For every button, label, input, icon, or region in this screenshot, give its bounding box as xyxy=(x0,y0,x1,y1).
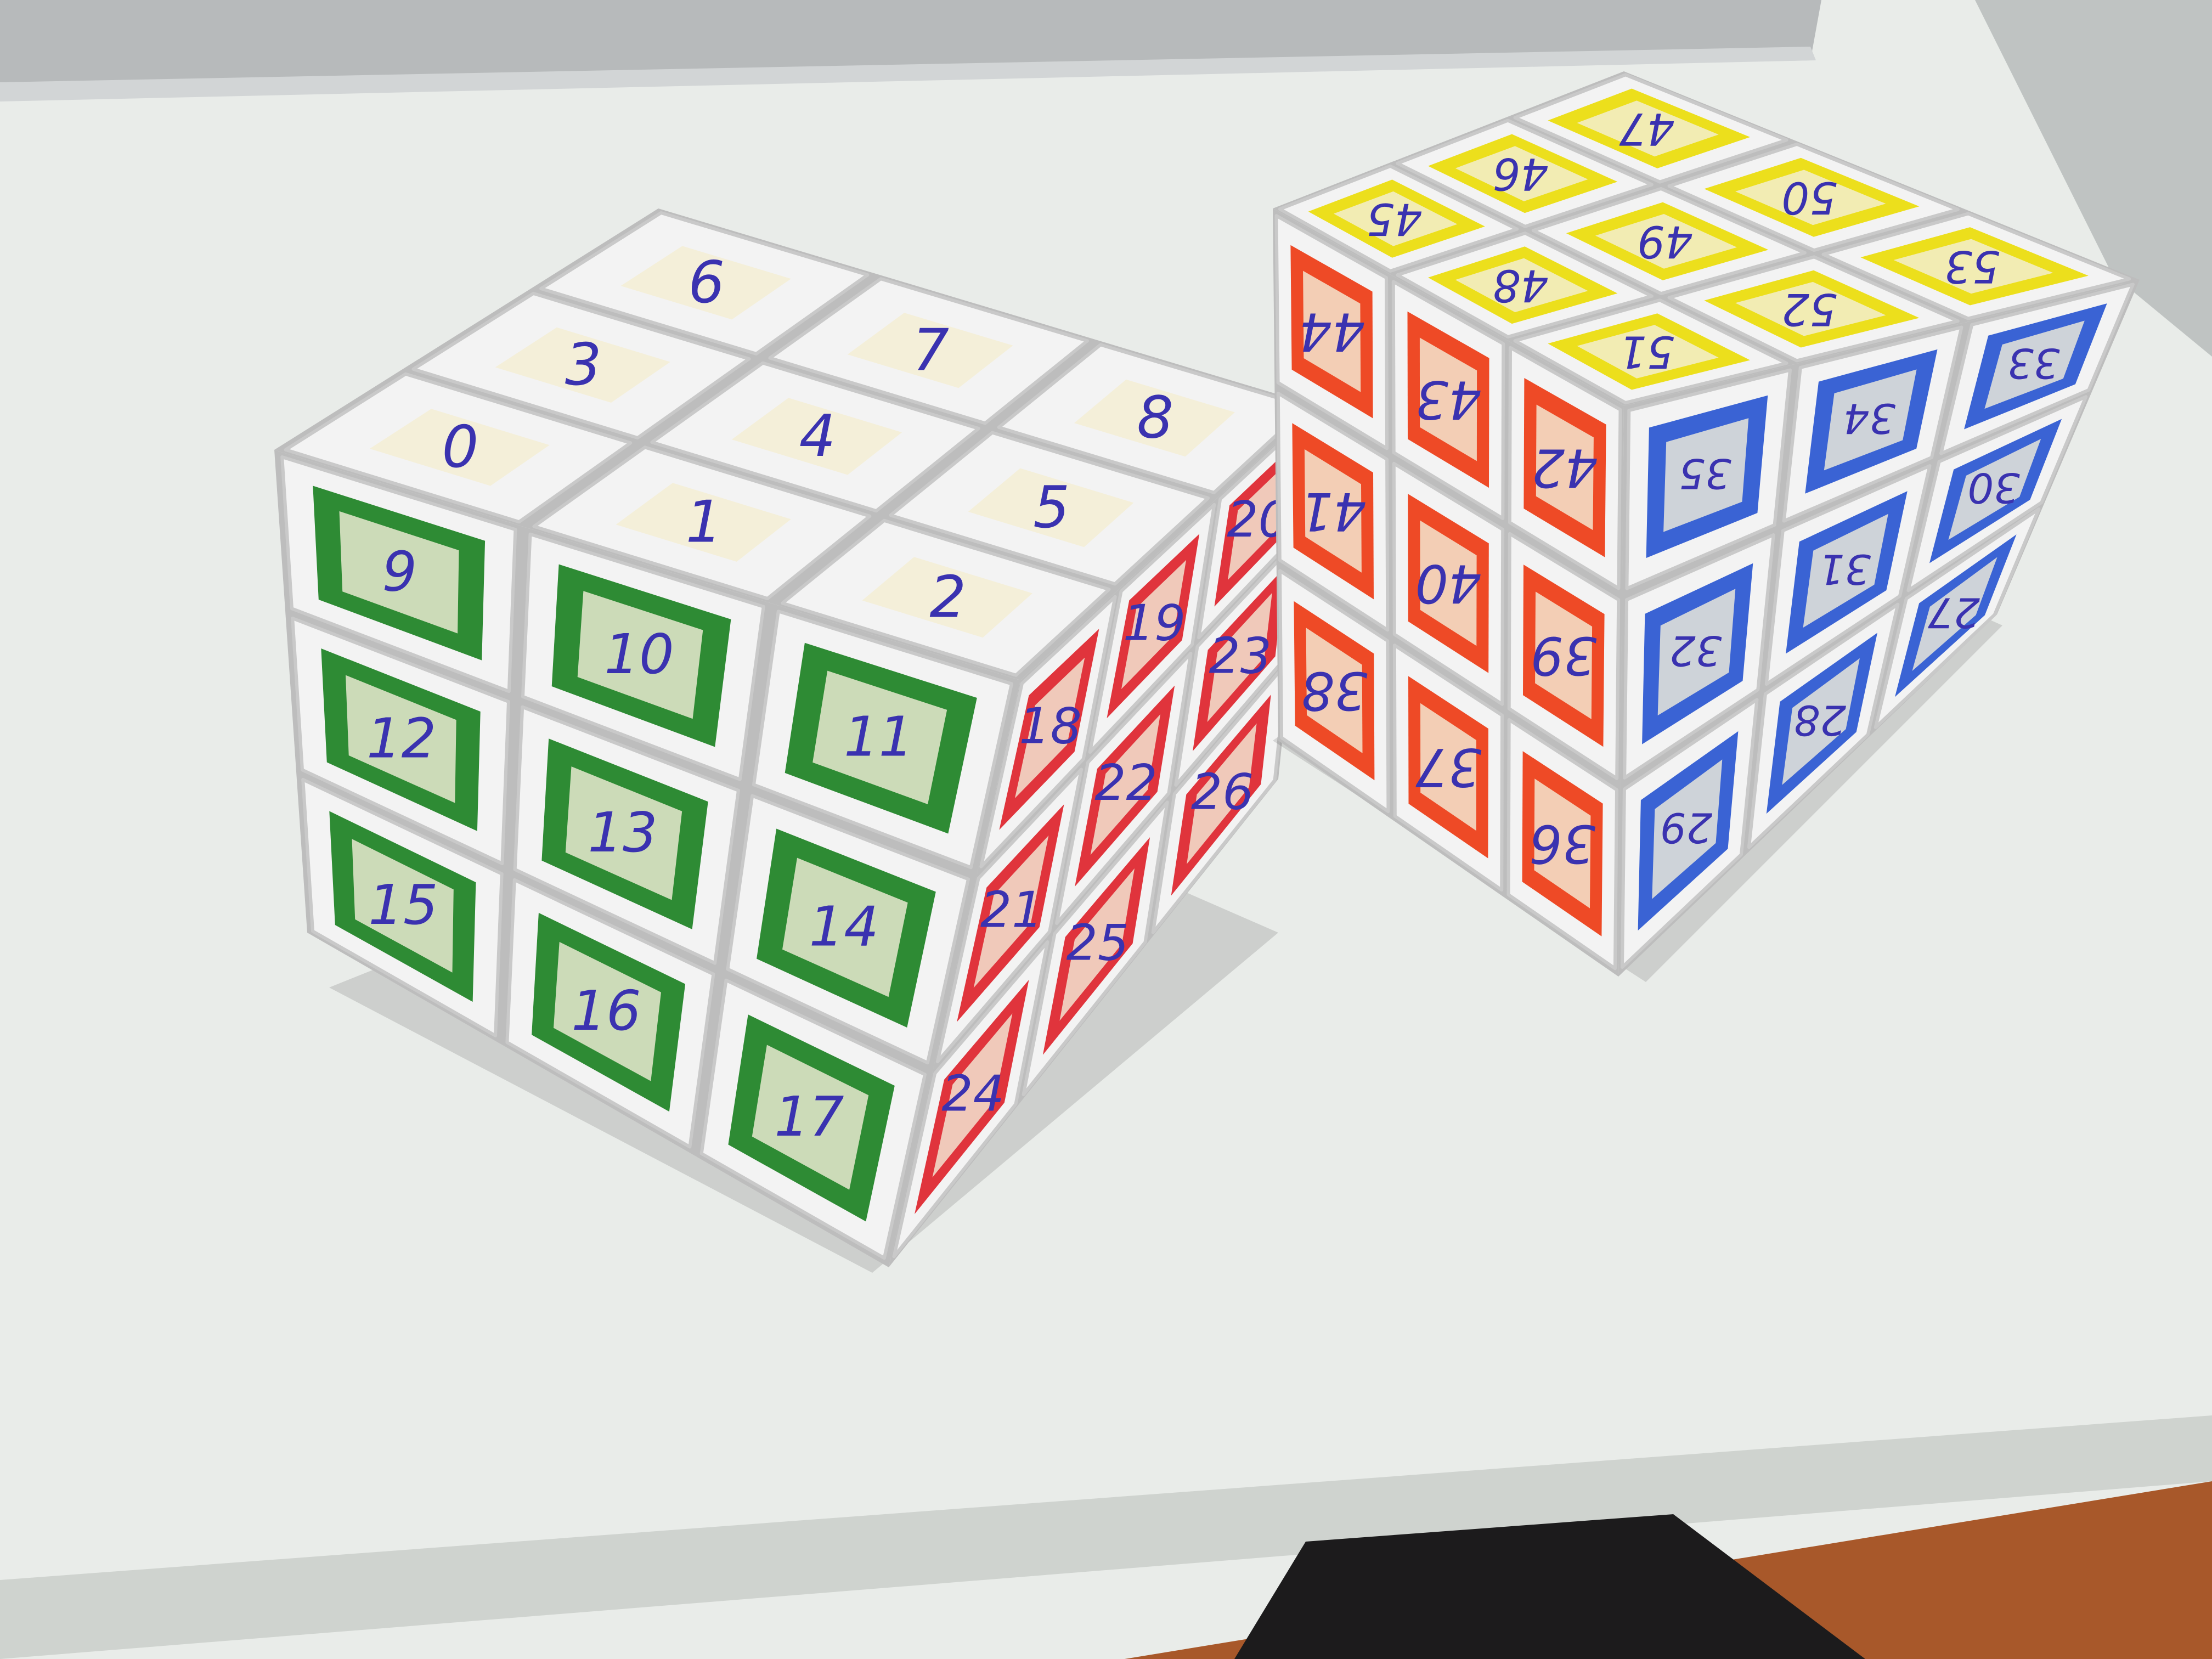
facelet-number: 52 xyxy=(1781,284,1837,335)
photo-scene: 6783450129101112131415161718192021222324… xyxy=(0,0,2212,1659)
facelet-number: 41 xyxy=(1300,481,1367,541)
facelet-number: 14 xyxy=(809,895,879,959)
facelet-number: 42 xyxy=(1532,437,1598,497)
facelet-number: 35 xyxy=(1679,449,1731,498)
facelet-number: 0 xyxy=(442,414,478,481)
facelet-number: 43 xyxy=(1415,369,1482,430)
facelet-number: 21 xyxy=(980,882,1043,939)
facelet-number: 29 xyxy=(1660,804,1712,852)
facelet-number: 17 xyxy=(774,1085,844,1149)
facelet-number: 33 xyxy=(2007,339,2059,387)
facelet-number: 5 xyxy=(1033,474,1070,541)
facelet-number: 31 xyxy=(1819,545,1871,594)
facelet-number: 47 xyxy=(1619,103,1675,154)
facelet-number: 50 xyxy=(1781,172,1837,223)
facelet-number: 10 xyxy=(604,622,674,686)
facelet-number: 13 xyxy=(588,800,657,865)
facelet-number: 8 xyxy=(1137,385,1173,452)
facelet-number: 23 xyxy=(1209,627,1272,685)
facelet-number: 16 xyxy=(571,979,641,1043)
facelet-number: 12 xyxy=(366,706,436,770)
facelet-number: 44 xyxy=(1299,301,1365,362)
facelet-number: 4 xyxy=(799,403,836,470)
facelet-number: 36 xyxy=(1529,813,1595,873)
facelet-number: 45 xyxy=(1367,193,1423,244)
facelet-number: 49 xyxy=(1637,216,1693,267)
facelet-number: 51 xyxy=(1619,326,1675,377)
facelet-number: 18 xyxy=(1019,698,1082,755)
facelet-number: 22 xyxy=(1094,754,1158,812)
facelet-number: 46 xyxy=(1493,148,1549,199)
facelet-number: 6 xyxy=(688,249,725,316)
facelet-number: 19 xyxy=(1123,594,1186,652)
facelet-number: 3 xyxy=(565,331,602,398)
facelet-number: 2 xyxy=(929,563,966,630)
facelet-number: 1 xyxy=(686,489,723,556)
facelet-number: 27 xyxy=(1927,588,1980,636)
facelet-number: 53 xyxy=(1944,241,2000,292)
facelet-number: 28 xyxy=(1794,696,1846,744)
facelet-number: 34 xyxy=(1843,394,1895,443)
facelet-number: 38 xyxy=(1301,660,1368,720)
facelet-number: 24 xyxy=(941,1065,1005,1123)
facelet-number: 40 xyxy=(1415,553,1482,613)
facelet-number: 26 xyxy=(1191,764,1254,821)
facelet-number: 9 xyxy=(382,539,417,603)
facelet-number: 32 xyxy=(1669,627,1722,675)
facelet-number: 37 xyxy=(1415,737,1482,797)
facelet-number: 30 xyxy=(1967,464,2019,512)
facelet-number: 25 xyxy=(1066,915,1130,972)
facelet-number: 11 xyxy=(844,705,913,769)
facelet-number: 39 xyxy=(1531,625,1597,685)
facelet-number: 48 xyxy=(1493,260,1549,311)
facelet-number: 15 xyxy=(368,873,438,937)
facelet-number: 7 xyxy=(912,317,949,383)
